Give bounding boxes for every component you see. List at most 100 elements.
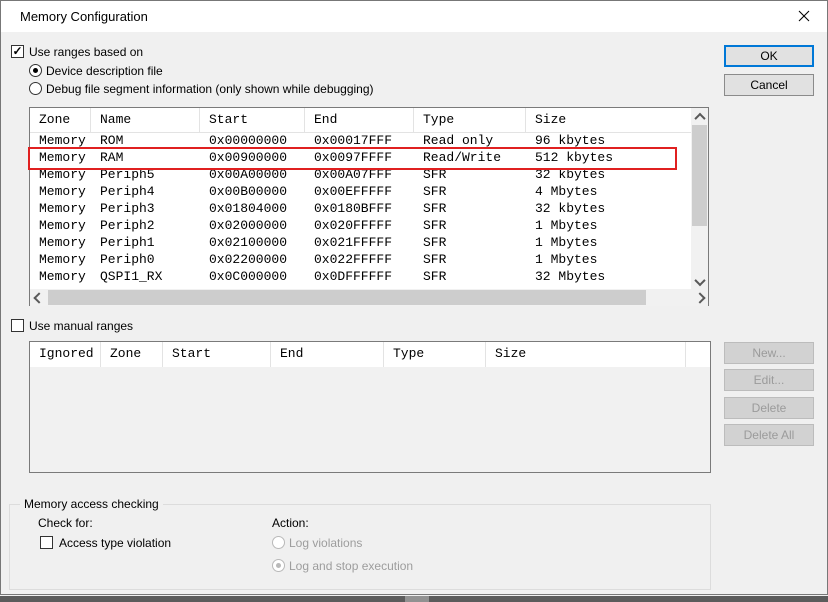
checkmark-icon: ✓ bbox=[12, 46, 22, 57]
table-row[interactable]: MemoryQSPI1_RX0x0C0000000x0DFFFFFFSFR32 … bbox=[30, 268, 691, 285]
use-manual-ranges-checkbox[interactable] bbox=[11, 319, 24, 332]
scroll-up-icon[interactable] bbox=[691, 108, 708, 125]
column-header-end[interactable]: End bbox=[305, 108, 414, 132]
background-window-splitter bbox=[405, 596, 429, 602]
table-row[interactable]: MemoryROM0x000000000x00017FFFRead only96… bbox=[30, 132, 691, 149]
table-row[interactable]: MemoryPeriph20x020000000x020FFFFFSFR1 Mb… bbox=[30, 217, 691, 234]
cancel-button[interactable]: Cancel bbox=[724, 74, 814, 96]
column-header-size[interactable]: Size bbox=[526, 108, 691, 132]
table-cell: SFR bbox=[414, 234, 526, 251]
debug-segment-label: Debug file segment information (only sho… bbox=[46, 82, 374, 96]
table-cell: Memory bbox=[30, 200, 91, 217]
table-cell: Memory bbox=[30, 234, 91, 251]
table-cell: 0x01804000 bbox=[200, 200, 305, 217]
column-header-type[interactable]: Type bbox=[384, 342, 486, 367]
log-and-stop-radio bbox=[272, 559, 285, 572]
table-cell: Periph0 bbox=[91, 251, 200, 268]
use-ranges-checkbox[interactable]: ✓ bbox=[11, 45, 24, 58]
dialog-title: Memory Configuration bbox=[20, 9, 148, 24]
title-bar: Memory Configuration bbox=[1, 1, 827, 32]
table-row[interactable]: MemoryPeriph40x00B000000x00EFFFFFSFR4 Mb… bbox=[30, 183, 691, 200]
table-cell: 0x00017FFF bbox=[305, 132, 414, 149]
table-cell: 0x00A00000 bbox=[200, 166, 305, 183]
table-cell: Periph1 bbox=[91, 234, 200, 251]
memory-configuration-dialog: Memory Configuration ✓ Use ranges based … bbox=[0, 0, 828, 595]
table-cell: Periph2 bbox=[91, 217, 200, 234]
table-cell: 4 Mbytes bbox=[526, 183, 691, 200]
table-row[interactable]: MemoryPeriph10x021000000x021FFFFFSFR1 Mb… bbox=[30, 234, 691, 251]
column-header-size[interactable]: Size bbox=[486, 342, 686, 367]
table-cell: Periph5 bbox=[91, 166, 200, 183]
table-cell: 32 Mbytes bbox=[526, 268, 691, 285]
table-cell: 1 Mbytes bbox=[526, 217, 691, 234]
column-header-ignored[interactable]: Ignored bbox=[30, 342, 101, 367]
table-cell: QSPI1_RX bbox=[91, 268, 200, 285]
scroll-right-icon[interactable] bbox=[691, 289, 708, 306]
scroll-down-icon[interactable] bbox=[691, 273, 708, 290]
column-header-zone[interactable]: Zone bbox=[101, 342, 163, 367]
manual-ranges-table: IgnoredZoneStartEndTypeSize bbox=[29, 341, 711, 473]
log-violations-radio bbox=[272, 536, 285, 549]
table-cell: 0x0C000000 bbox=[200, 268, 305, 285]
table-cell: 0x0097FFFF bbox=[305, 149, 414, 166]
table-cell: SFR bbox=[414, 183, 526, 200]
device-ranges-table: ZoneNameStartEndTypeSize MemoryROM0x0000… bbox=[29, 107, 709, 306]
device-table-header: ZoneNameStartEndTypeSize bbox=[30, 108, 691, 133]
table-row[interactable]: MemoryPeriph30x018040000x0180BFFFSFR32 k… bbox=[30, 200, 691, 217]
log-violations-label: Log violations bbox=[289, 536, 362, 550]
table-cell: 0x0DFFFFFF bbox=[305, 268, 414, 285]
table-cell: Memory bbox=[30, 166, 91, 183]
ok-button[interactable]: OK bbox=[724, 45, 814, 67]
table-cell: SFR bbox=[414, 200, 526, 217]
device-table-horizontal-scrollbar[interactable] bbox=[30, 289, 708, 306]
column-header-start[interactable]: Start bbox=[200, 108, 305, 132]
table-cell: Memory bbox=[30, 183, 91, 200]
table-cell: Read/Write bbox=[414, 149, 526, 166]
table-cell: ROM bbox=[91, 132, 200, 149]
table-cell: 1 Mbytes bbox=[526, 234, 691, 251]
table-cell: SFR bbox=[414, 268, 526, 285]
debug-segment-radio[interactable] bbox=[29, 82, 42, 95]
column-header-zone[interactable]: Zone bbox=[30, 108, 91, 132]
horizontal-scroll-thumb[interactable] bbox=[48, 290, 646, 305]
memory-access-checking-group: Memory access checking Check for: Access… bbox=[9, 504, 711, 590]
delete-button: Delete bbox=[724, 397, 814, 419]
table-cell: 0x02100000 bbox=[200, 234, 305, 251]
device-table-vertical-scrollbar[interactable] bbox=[691, 108, 708, 290]
table-cell: 0x0180BFFF bbox=[305, 200, 414, 217]
table-cell: 0x022FFFFF bbox=[305, 251, 414, 268]
vertical-scroll-thumb[interactable] bbox=[692, 125, 707, 226]
table-cell: SFR bbox=[414, 166, 526, 183]
table-cell: 0x00B00000 bbox=[200, 183, 305, 200]
column-header-name[interactable]: Name bbox=[91, 108, 200, 132]
table-cell: SFR bbox=[414, 217, 526, 234]
radio-dot-icon bbox=[33, 68, 38, 73]
table-row[interactable]: MemoryPeriph50x00A000000x00A07FFFSFR32 k… bbox=[30, 166, 691, 183]
table-cell: 0x020FFFFF bbox=[305, 217, 414, 234]
table-row[interactable]: MemoryPeriph00x022000000x022FFFFFSFR1 Mb… bbox=[30, 251, 691, 268]
table-cell: Memory bbox=[30, 251, 91, 268]
table-cell: 32 kbytes bbox=[526, 166, 691, 183]
column-header-type[interactable]: Type bbox=[414, 108, 526, 132]
log-and-stop-label: Log and stop execution bbox=[289, 559, 413, 573]
device-description-radio[interactable] bbox=[29, 64, 42, 77]
scroll-left-icon[interactable] bbox=[30, 289, 47, 306]
table-cell: Periph4 bbox=[91, 183, 200, 200]
access-type-violation-checkbox[interactable] bbox=[40, 536, 53, 549]
column-header-end[interactable]: End bbox=[271, 342, 384, 367]
table-cell: 0x00000000 bbox=[200, 132, 305, 149]
table-cell: 0x02000000 bbox=[200, 217, 305, 234]
manual-table-header: IgnoredZoneStartEndTypeSize bbox=[30, 342, 710, 368]
table-cell: 0x00A07FFF bbox=[305, 166, 414, 183]
radio-dot-icon bbox=[276, 563, 281, 568]
action-label: Action: bbox=[272, 516, 309, 530]
table-row[interactable]: MemoryRAM0x009000000x0097FFFFRead/Write5… bbox=[30, 149, 691, 166]
manual-table-body bbox=[30, 367, 710, 472]
table-cell: 0x02200000 bbox=[200, 251, 305, 268]
table-cell: Periph3 bbox=[91, 200, 200, 217]
new-button: New... bbox=[724, 342, 814, 364]
column-header-start[interactable]: Start bbox=[163, 342, 271, 367]
delete-all-button: Delete All bbox=[724, 424, 814, 446]
close-icon[interactable] bbox=[781, 1, 826, 31]
table-cell: 0x00900000 bbox=[200, 149, 305, 166]
